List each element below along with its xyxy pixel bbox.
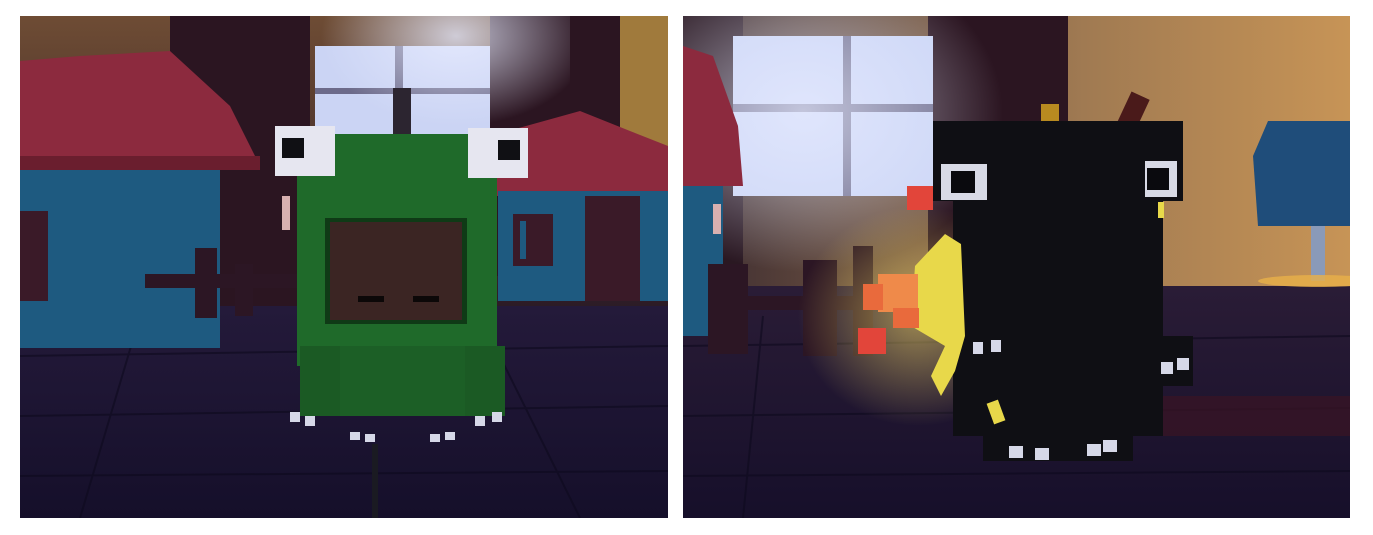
- closed-eye-right: [413, 296, 439, 302]
- bird-pupil-right: [1147, 168, 1169, 190]
- bird-cheek: [907, 186, 933, 210]
- claw: [1161, 362, 1173, 374]
- house-door-left: [20, 211, 48, 301]
- character-face: [330, 222, 462, 320]
- right-scene: [683, 16, 1350, 518]
- flame-orange: [863, 284, 883, 310]
- bird-body: [953, 166, 1163, 436]
- claw: [1177, 358, 1189, 370]
- frog-pupil-left: [282, 138, 304, 158]
- screenshot-frame: [0, 0, 1373, 535]
- house-window-pane: [520, 221, 526, 259]
- closed-eye-left: [358, 296, 384, 302]
- flame-spark: [1158, 202, 1164, 218]
- left-game-view: [20, 16, 668, 518]
- house-door-right: [585, 196, 640, 301]
- flame-orange: [893, 308, 919, 328]
- flame-red: [858, 328, 886, 354]
- candy-cane: [713, 204, 721, 234]
- lamp-shade: [1253, 121, 1350, 226]
- claw: [991, 340, 1001, 352]
- claw: [973, 342, 983, 354]
- left-scene: [20, 16, 668, 518]
- frog-lower-body: [332, 346, 472, 416]
- flame-orange: [878, 274, 918, 312]
- frog-pupil-right: [498, 140, 520, 160]
- bird-pupil-left: [951, 171, 975, 193]
- stick: [372, 444, 378, 518]
- rug: [1153, 396, 1350, 436]
- right-game-view: [683, 16, 1350, 518]
- house-roof-edge: [20, 156, 260, 170]
- house-wall-left: [20, 170, 220, 348]
- frog-leg-left: [300, 346, 340, 416]
- lamp-stand: [1311, 226, 1325, 281]
- candy-cane: [282, 196, 290, 230]
- house-window-right: [513, 214, 553, 266]
- frog-leg-right: [465, 346, 505, 416]
